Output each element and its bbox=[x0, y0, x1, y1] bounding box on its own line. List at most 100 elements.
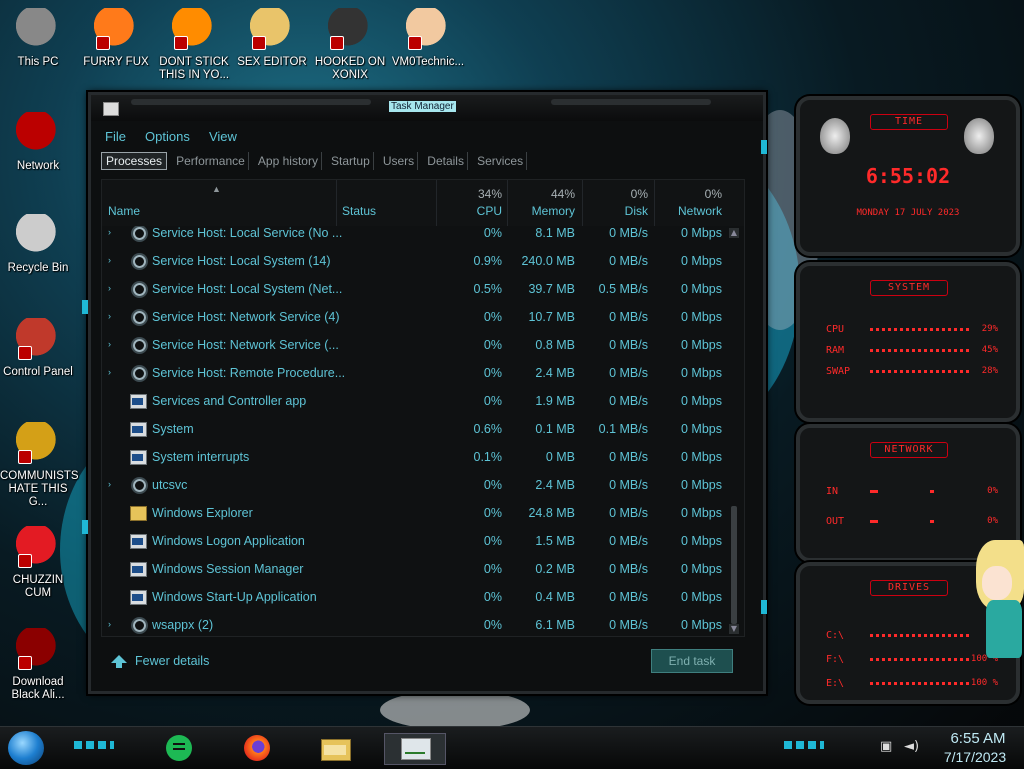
tab-startup[interactable]: Startup bbox=[328, 152, 374, 170]
fewer-details-link[interactable]: Fewer details bbox=[135, 654, 209, 668]
desktop-icon[interactable]: HOOKED ON XONIX bbox=[312, 8, 388, 82]
shortcut-badge-icon bbox=[18, 554, 32, 568]
tab-app-history[interactable]: App history bbox=[255, 152, 322, 170]
process-row[interactable]: › Service Host: Local Service (No ... 0% 8.… bbox=[102, 226, 728, 248]
title-bar-decoration bbox=[131, 99, 371, 105]
desktop-icon[interactable]: This PC bbox=[0, 8, 76, 69]
process-memory-value: 1.5 MB bbox=[535, 534, 575, 548]
desktop-icon[interactable]: FURRY FUX bbox=[78, 8, 154, 69]
column-name[interactable]: Name bbox=[108, 204, 140, 218]
process-row[interactable]: System 0.6% 0.1 MB 0.1 MB/s 0 Mbps bbox=[102, 416, 728, 444]
taskbar-clock-date[interactable]: 7/17/2023 bbox=[930, 749, 1020, 765]
process-row[interactable]: › utcsvc 0% 2.4 MB 0 MB/s 0 Mbps bbox=[102, 472, 728, 500]
process-network-value: 0 Mbps bbox=[681, 338, 722, 352]
cpu-total-percent: 34% bbox=[477, 187, 502, 201]
scroll-up-button[interactable]: ▲ bbox=[729, 228, 739, 238]
process-name: Service Host: Remote Procedure... bbox=[152, 366, 346, 380]
menu-view[interactable]: View bbox=[209, 129, 237, 144]
window-app-icon bbox=[130, 422, 147, 437]
scrollbar-thumb[interactable] bbox=[731, 506, 737, 624]
process-row[interactable]: Windows Session Manager 0% 0.2 MB 0 MB/s 0 M… bbox=[102, 556, 728, 584]
desktop-icon[interactable]: Control Panel bbox=[0, 318, 76, 379]
system-gadget-title: SYSTEM bbox=[870, 280, 948, 296]
process-disk-value: 0 MB/s bbox=[609, 478, 648, 492]
desktop-icon[interactable]: DONT STICK THIS IN YO... bbox=[156, 8, 232, 82]
process-row[interactable]: Windows Start-Up Application 0% 0.4 MB 0 MB… bbox=[102, 584, 728, 612]
task-manager-window[interactable]: Task Manager File Options View Processes… bbox=[88, 92, 766, 694]
process-row[interactable]: › Service Host: Network Service (4) 0% 10.7… bbox=[102, 304, 728, 332]
cartoon-character-sticker bbox=[966, 540, 1024, 658]
column-cpu[interactable]: CPU bbox=[442, 204, 502, 218]
process-memory-value: 0.1 MB bbox=[535, 422, 575, 436]
tab-performance[interactable]: Performance bbox=[173, 152, 249, 170]
process-row[interactable]: › Service Host: Local System (Net... 0.5% 3… bbox=[102, 276, 728, 304]
firefox-icon[interactable] bbox=[240, 733, 274, 763]
shortcut-badge-icon bbox=[96, 36, 110, 50]
disk-total-percent: 0% bbox=[630, 187, 648, 201]
column-network[interactable]: Network bbox=[654, 204, 722, 218]
process-disk-value: 0 MB/s bbox=[609, 366, 648, 380]
desktop-icon[interactable]: COMMUNISTS HATE THIS G... bbox=[0, 422, 79, 509]
desktop-icon[interactable]: Recycle Bin bbox=[0, 214, 76, 275]
service-gear-icon bbox=[133, 479, 146, 492]
expand-chevron-icon[interactable]: › bbox=[108, 479, 116, 489]
shortcut-badge-icon bbox=[408, 36, 422, 50]
start-button[interactable] bbox=[8, 731, 44, 765]
end-task-button[interactable]: End task bbox=[651, 649, 733, 673]
menu-file[interactable]: File bbox=[105, 129, 126, 144]
network-row-meter bbox=[870, 490, 970, 493]
shortcut-badge-icon bbox=[252, 36, 266, 50]
process-network-value: 0 Mbps bbox=[681, 422, 722, 436]
process-name: Service Host: Network Service (... bbox=[152, 338, 339, 352]
task-manager-icon[interactable] bbox=[384, 733, 446, 765]
scroll-down-button[interactable]: ▼ bbox=[729, 624, 739, 634]
tab-users[interactable]: Users bbox=[380, 152, 419, 170]
desktop-icon-label: Control Panel bbox=[3, 366, 73, 378]
column-memory[interactable]: Memory bbox=[507, 204, 575, 218]
desktop-icon[interactable]: Network bbox=[0, 112, 76, 173]
desktop-icon[interactable]: VM0Technic... bbox=[390, 8, 466, 69]
process-row[interactable]: Services and Controller app 0% 1.9 MB 0 MB/… bbox=[102, 388, 728, 416]
expand-chevron-icon[interactable]: › bbox=[108, 255, 116, 265]
expand-chevron-icon[interactable]: › bbox=[108, 283, 116, 293]
process-disk-value: 0 MB/s bbox=[609, 618, 648, 632]
file-explorer-icon[interactable] bbox=[318, 733, 352, 763]
process-memory-value: 240.0 MB bbox=[521, 254, 575, 268]
process-disk-value: 0.1 MB/s bbox=[598, 422, 648, 436]
tab-processes[interactable]: Processes bbox=[101, 152, 168, 170]
process-row[interactable]: Windows Explorer 0% 24.8 MB 0 MB/s 0 Mbps bbox=[102, 500, 728, 528]
taskbar-clock-time[interactable]: 6:55 AM bbox=[938, 730, 1018, 747]
process-network-value: 0 Mbps bbox=[681, 478, 722, 492]
desktop-icon[interactable]: CHUZZIN CUM bbox=[0, 526, 76, 600]
desktop-icon[interactable]: Download Black Ali... bbox=[0, 628, 76, 702]
drives-row-meter bbox=[870, 682, 970, 685]
process-row[interactable]: System interrupts 0.1% 0 MB 0 MB/s 0 Mbps bbox=[102, 444, 728, 472]
process-memory-value: 0 MB bbox=[545, 450, 575, 464]
process-name: Service Host: Local System (Net... bbox=[152, 282, 343, 296]
drives-gadget-title: DRIVES bbox=[870, 580, 948, 596]
title-bar[interactable]: Task Manager bbox=[91, 95, 763, 121]
process-row[interactable]: › Service Host: Network Service (... 0% 0.8… bbox=[102, 332, 728, 360]
process-row[interactable]: › Service Host: Local System (14) 0.9% 240.… bbox=[102, 248, 728, 276]
menu-options[interactable]: Options bbox=[145, 129, 190, 144]
process-disk-value: 0 MB/s bbox=[609, 590, 648, 604]
spotify-icon[interactable] bbox=[162, 733, 196, 763]
process-row[interactable]: › Service Host: Remote Procedure... 0% 2.4 … bbox=[102, 360, 728, 388]
process-row[interactable]: Windows Logon Application 0% 1.5 MB 0 MB/s 0… bbox=[102, 528, 728, 556]
tab-details[interactable]: Details bbox=[424, 152, 468, 170]
expand-chevron-icon[interactable]: › bbox=[108, 367, 116, 377]
column-disk[interactable]: Disk bbox=[582, 204, 648, 218]
process-disk-value: 0.5 MB/s bbox=[598, 282, 648, 296]
expand-chevron-icon[interactable]: › bbox=[108, 227, 116, 237]
column-status[interactable]: Status bbox=[342, 204, 376, 218]
volume-icon[interactable]: ◄) bbox=[904, 739, 919, 754]
window-title: Task Manager bbox=[389, 101, 456, 112]
expand-chevron-icon[interactable]: › bbox=[108, 619, 116, 629]
network-tray-icon[interactable]: ▣ bbox=[880, 739, 892, 754]
expand-chevron-icon[interactable]: › bbox=[108, 311, 116, 321]
vertical-scrollbar[interactable]: ▲ ▼ bbox=[728, 226, 742, 636]
tab-services[interactable]: Services bbox=[474, 152, 528, 170]
expand-chevron-icon[interactable]: › bbox=[108, 339, 116, 349]
desktop-icon[interactable]: SEX EDITOR bbox=[234, 8, 310, 69]
process-row[interactable]: › wsappx (2) 0% 6.1 MB 0 MB/s 0 Mbps bbox=[102, 612, 728, 636]
